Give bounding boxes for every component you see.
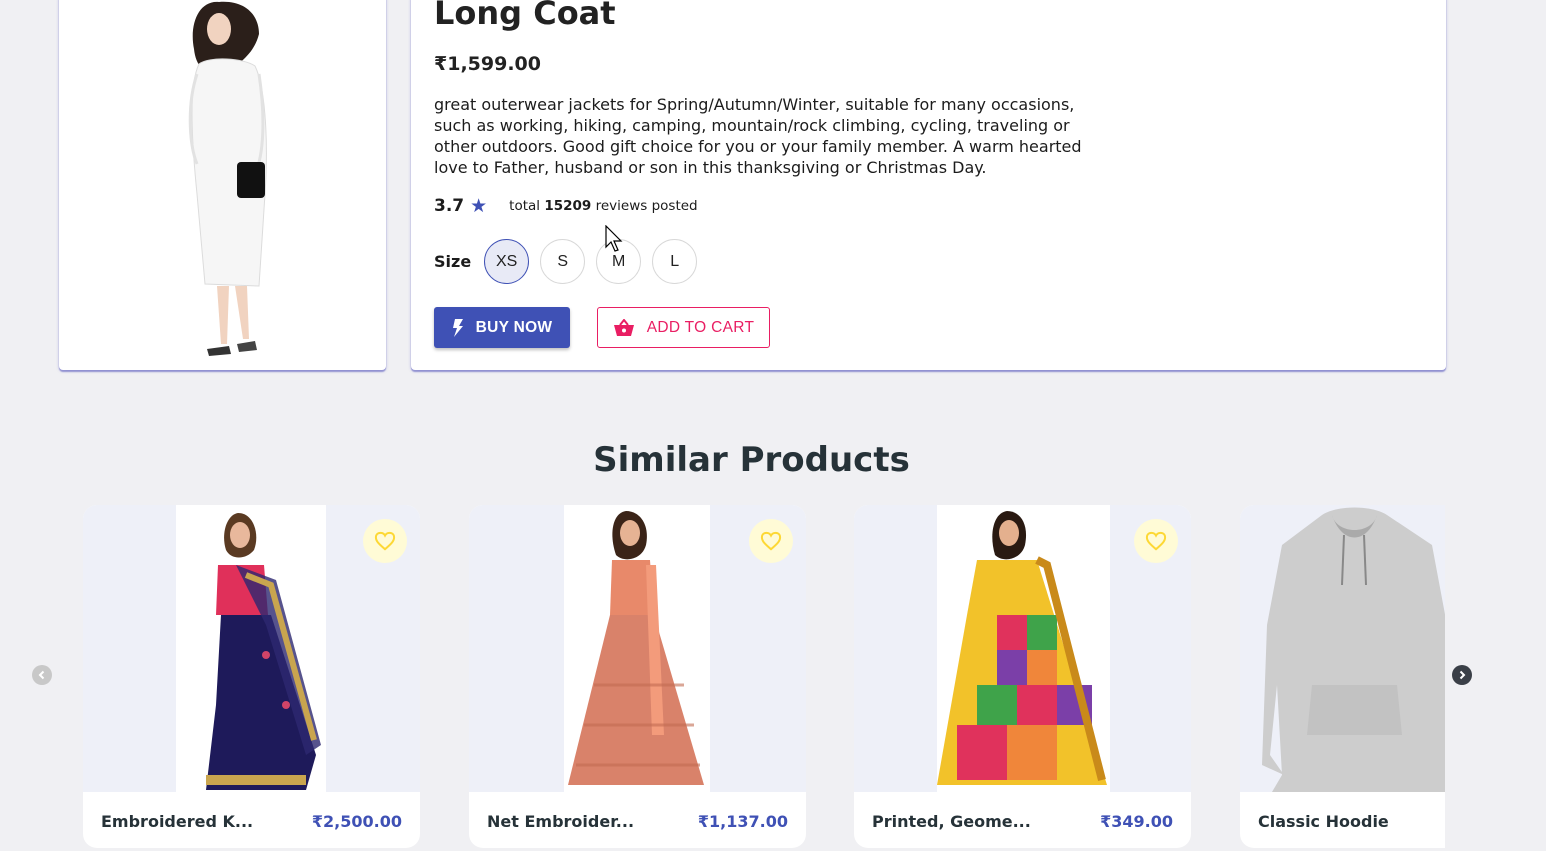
product-card[interactable]: Net Embroider... ₹1,137.00: [469, 505, 806, 848]
heart-icon: [760, 531, 782, 551]
product-info-card: Long Coat ₹1,599.00 great outerwear jack…: [411, 0, 1446, 370]
basket-icon: [613, 318, 635, 337]
heart-icon: [1145, 531, 1167, 551]
product-card-image: [1240, 505, 1445, 792]
product-card-price: ₹349.00: [1100, 812, 1173, 831]
size-selector: Size XS S M L: [434, 239, 708, 284]
add-to-cart-label: ADD TO CART: [646, 318, 755, 336]
favorite-button[interactable]: [1134, 519, 1178, 563]
rating-row: 3.7 ★ total 15209 reviews posted: [434, 196, 698, 216]
size-option-s[interactable]: S: [540, 239, 586, 284]
lightning-icon: [452, 318, 464, 337]
product-card-price: ₹2,500.00: [311, 812, 402, 831]
reviews-prefix: total: [509, 198, 541, 214]
size-option-l[interactable]: L: [652, 239, 698, 284]
product-card-name: Classic Hoodie: [1258, 812, 1389, 831]
carousel-prev-button[interactable]: [32, 665, 52, 685]
product-description: great outerwear jackets for Spring/Autum…: [434, 95, 1082, 177]
product-card-name: Printed, Geome...: [872, 812, 1031, 831]
rating-value: 3.7: [434, 196, 465, 216]
carousel-next-button[interactable]: [1452, 665, 1472, 685]
mouse-cursor-icon: [605, 225, 623, 252]
add-to-cart-button[interactable]: ADD TO CART: [597, 307, 770, 348]
product-card-name: Net Embroider...: [487, 812, 635, 831]
reviews-count: 15209: [544, 198, 592, 214]
similar-products-carousel: Embroidered K... ₹2,500.00 Net Embroider…: [83, 505, 1445, 851]
star-icon: ★: [470, 194, 488, 217]
product-card-image: [469, 505, 806, 792]
product-card-image: [83, 505, 420, 792]
chevron-right-icon: [1459, 670, 1466, 680]
similar-products-title: Similar Products: [593, 440, 910, 480]
heart-icon: [374, 531, 396, 551]
chevron-left-icon: [38, 670, 45, 680]
product-card[interactable]: Classic Hoodie: [1240, 505, 1445, 848]
product-card[interactable]: Embroidered K... ₹2,500.00: [83, 505, 420, 848]
size-label: Size: [434, 252, 472, 271]
buy-now-button[interactable]: BUY NOW: [434, 307, 570, 348]
favorite-button[interactable]: [749, 519, 793, 563]
size-option-xs[interactable]: XS: [484, 239, 530, 284]
product-card-name: Embroidered K...: [101, 812, 254, 831]
product-card[interactable]: Printed, Geome... ₹349.00: [854, 505, 1191, 848]
product-card-price: ₹1,137.00: [697, 812, 788, 831]
product-title: Long Coat: [434, 0, 616, 32]
product-price: ₹1,599.00: [434, 53, 541, 75]
reviews-suffix: reviews posted: [595, 198, 698, 214]
buy-now-label: BUY NOW: [475, 318, 553, 336]
product-card-image: [854, 505, 1191, 792]
product-image: [188, 1, 267, 356]
favorite-button[interactable]: [363, 519, 407, 563]
product-image-card: [59, 0, 386, 370]
